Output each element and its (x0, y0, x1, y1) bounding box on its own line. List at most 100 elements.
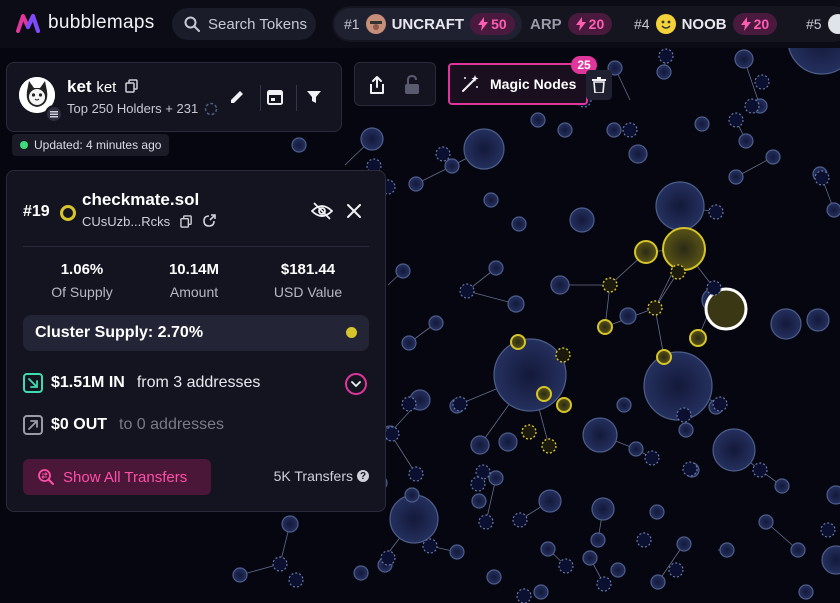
holder-bubble[interactable] (676, 536, 692, 552)
contract-bubble[interactable] (422, 538, 438, 554)
cluster-bubble[interactable] (662, 227, 706, 271)
search-tokens[interactable]: Search Tokens (172, 8, 316, 40)
cluster-contract-bubble[interactable] (602, 277, 618, 293)
holder-bubble[interactable] (232, 567, 248, 583)
holder-bubble[interactable] (790, 542, 806, 558)
holder-bubble[interactable] (408, 176, 424, 192)
holder-bubble[interactable] (360, 127, 384, 151)
cluster-bubble[interactable] (597, 319, 613, 335)
holder-bubble[interactable] (404, 487, 420, 503)
delete-button[interactable] (586, 70, 612, 100)
trending-item-2[interactable]: ARP 20 (530, 6, 613, 42)
holder-bubble[interactable] (582, 417, 618, 453)
cluster-bubble[interactable] (510, 334, 526, 350)
cluster-bubble[interactable] (689, 329, 707, 347)
trending-item-4[interactable]: #4 NOOB 20 (634, 6, 778, 42)
holder-bubble[interactable] (798, 584, 814, 600)
contract-bubble[interactable] (288, 572, 304, 588)
holder-bubble[interactable] (291, 137, 307, 153)
contract-bubble[interactable] (512, 512, 528, 528)
holder-bubble[interactable] (712, 428, 756, 472)
trending-item-1[interactable]: #1 UNCRAFT 50 (344, 6, 515, 42)
holder-bubble[interactable] (643, 351, 713, 421)
holder-bubble[interactable] (719, 542, 735, 558)
holder-bubble[interactable] (582, 550, 598, 566)
cluster-contract-bubble[interactable] (670, 264, 686, 280)
contract-bubble[interactable] (754, 74, 770, 90)
holder-bubble[interactable] (655, 181, 705, 231)
contract-bubble[interactable] (814, 170, 830, 186)
contract-bubble[interactable] (401, 396, 417, 412)
holder-bubble[interactable] (821, 545, 840, 575)
holder-bubble[interactable] (649, 504, 665, 520)
edit-button[interactable] (223, 83, 251, 111)
contract-bubble[interactable] (712, 396, 728, 412)
holder-bubble[interactable] (619, 307, 637, 325)
cluster-contract-bubble[interactable] (647, 300, 663, 316)
contract-bubble[interactable] (558, 558, 574, 574)
holder-bubble[interactable] (444, 158, 460, 174)
contract-bubble[interactable] (644, 450, 660, 466)
holder-bubble[interactable] (774, 478, 790, 494)
holder-bubble[interactable] (650, 574, 666, 590)
holder-bubble[interactable] (538, 489, 562, 513)
holder-bubble[interactable] (488, 260, 504, 276)
contract-bubble[interactable] (622, 122, 638, 138)
cluster-contract-bubble[interactable] (555, 347, 571, 363)
holder-bubble[interactable] (826, 485, 840, 505)
copy-icon[interactable] (125, 79, 139, 93)
calendar-button[interactable] (261, 83, 289, 111)
holder-bubble[interactable] (533, 584, 549, 600)
holder-bubble[interactable] (511, 216, 527, 232)
holder-bubble[interactable] (606, 122, 622, 138)
holder-bubble[interactable] (463, 128, 505, 170)
holder-bubble[interactable] (734, 49, 754, 69)
holder-bubble[interactable] (628, 441, 644, 457)
show-all-transfers-button[interactable]: Show All Transfers (23, 459, 211, 495)
contract-bubble[interactable] (676, 407, 692, 423)
holder-bubble[interactable] (507, 295, 525, 313)
cluster-bubble[interactable] (556, 397, 572, 413)
contract-bubble[interactable] (272, 556, 288, 572)
contract-bubble[interactable] (636, 532, 652, 548)
holder-bubble[interactable] (557, 122, 573, 138)
contract-bubble[interactable] (658, 48, 674, 64)
holder-bubble[interactable] (694, 116, 710, 132)
holder-bubble[interactable] (498, 432, 518, 452)
share-icon[interactable] (368, 75, 386, 95)
holder-bubble[interactable] (483, 192, 499, 208)
holder-bubble[interactable] (550, 275, 570, 295)
contract-bubble[interactable] (516, 588, 532, 603)
cluster-bubble[interactable] (634, 240, 658, 264)
contract-bubble[interactable] (820, 522, 836, 538)
holder-bubble[interactable] (728, 169, 744, 185)
holder-bubble[interactable] (678, 422, 694, 438)
lock-icon[interactable] (404, 75, 420, 95)
cluster-supply-row[interactable]: Cluster Supply: 2.70% (23, 315, 369, 351)
holder-bubble[interactable] (395, 263, 411, 279)
hide-eye-icon[interactable] (311, 201, 333, 221)
holder-bubble[interactable] (470, 435, 490, 455)
external-link-icon[interactable] (202, 214, 217, 228)
holder-bubble[interactable] (590, 532, 606, 548)
cluster-bubble[interactable] (656, 349, 672, 365)
holder-bubble[interactable] (493, 338, 567, 412)
help-icon[interactable]: ? (357, 470, 369, 482)
filter-button[interactable] (300, 83, 328, 111)
holder-bubble[interactable] (540, 541, 556, 557)
contract-bubble[interactable] (708, 204, 724, 220)
magic-nodes-button[interactable]: Magic Nodes (448, 63, 588, 105)
contract-bubble[interactable] (596, 576, 612, 592)
holder-bubble[interactable] (770, 308, 802, 340)
contract-bubble[interactable] (752, 462, 768, 478)
holder-bubble[interactable] (486, 569, 502, 585)
expand-inflow-button[interactable] (345, 373, 367, 395)
trending-item-5[interactable]: #5 (806, 6, 840, 42)
holder-bubble[interactable] (806, 308, 830, 332)
holder-bubble[interactable] (488, 470, 504, 486)
contract-bubble[interactable] (435, 146, 451, 162)
holder-bubble[interactable] (826, 202, 840, 218)
holder-bubble[interactable] (530, 112, 546, 128)
contract-bubble[interactable] (478, 514, 494, 530)
holder-bubble[interactable] (569, 207, 595, 233)
